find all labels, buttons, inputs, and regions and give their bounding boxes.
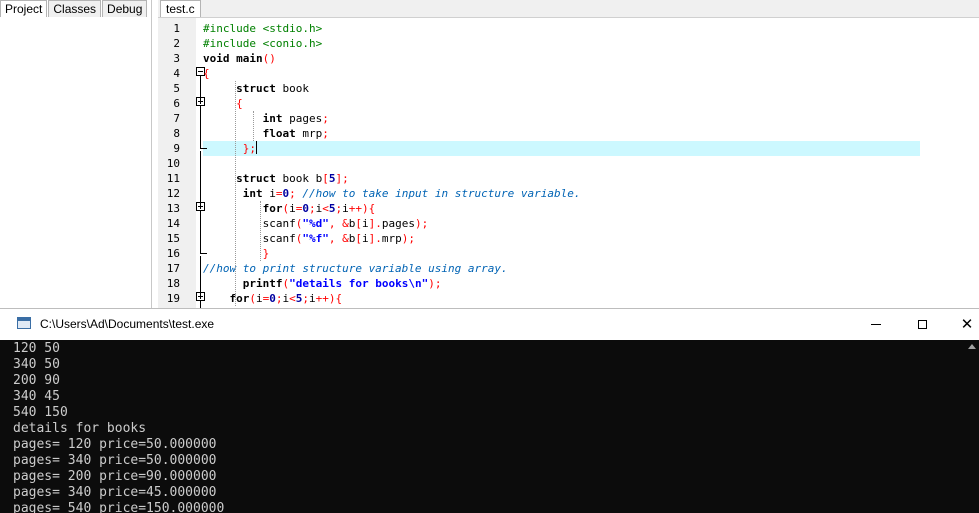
code-line[interactable]: 19 for(i=0;i<5;i++){ (158, 291, 979, 306)
fold-connector (200, 76, 201, 104)
line-number: 13 (166, 202, 180, 215)
scroll-up-icon[interactable] (968, 344, 976, 349)
console-output-line: pages= 200 price=90.000000 (13, 469, 217, 484)
panel-tabs: Project Classes Debug (0, 0, 148, 17)
line-number: 3 (173, 52, 180, 65)
code-line[interactable]: 1 #include <stdio.h> (158, 21, 979, 36)
line-number: 8 (173, 127, 180, 140)
code-line[interactable]: 18 printf("details for books\n"); (158, 276, 979, 291)
minimize-icon (871, 323, 881, 325)
line-number: 2 (173, 37, 180, 50)
close-button[interactable]: ✕ (944, 309, 979, 339)
console-output-line: 540 150 (13, 405, 68, 420)
console-title: C:\Users\Ad\Documents\test.exe (40, 317, 215, 331)
code-line[interactable]: 4{ (158, 66, 979, 81)
code-text: void main() (203, 52, 276, 65)
console-output-area[interactable]: 120 50 340 50 200 90 340 45 540 150 details f… (0, 340, 979, 513)
indent-guide (235, 81, 236, 306)
fold-connector (200, 256, 201, 299)
line-number: 11 (166, 172, 180, 185)
line-number: 17 (166, 262, 180, 275)
code-line[interactable]: 6 { (158, 96, 979, 111)
code-text: struct book (236, 82, 309, 95)
indent-guide (253, 111, 254, 141)
console-output-line: pages= 540 price=150.000000 (13, 501, 225, 513)
line-number: 16 (166, 247, 180, 260)
console-output-line: 200 90 (13, 373, 60, 388)
code-line[interactable]: 14 scanf("%d", &b[i].pages); (158, 216, 979, 231)
code-text: #include <stdio.h> (203, 22, 323, 35)
code-text: for(i=0;i<5;i++){ (229, 292, 343, 305)
current-line-highlight (203, 141, 920, 156)
console-output-line: details for books (13, 421, 147, 436)
console-output-line: pages= 120 price=50.000000 (13, 437, 217, 452)
code-line[interactable]: 17 //how to print structure variable usin… (158, 261, 979, 276)
console-output-line: 340 45 (13, 389, 60, 404)
console-output-line: 120 50 (13, 341, 60, 356)
line-number: 19 (166, 292, 180, 305)
fold-connector (200, 211, 201, 254)
line-number: 5 (173, 82, 180, 95)
console-titlebar[interactable]: C:\Users\Ad\Documents\test.exe ✕ (0, 309, 979, 339)
line-number: 7 (173, 112, 180, 125)
fold-connector (200, 106, 201, 149)
console-output-line: pages= 340 price=45.000000 (13, 485, 217, 500)
line-number: 12 (166, 187, 180, 200)
code-text: struct book b[5]; (236, 172, 349, 185)
file-tab-test-c[interactable]: test.c (160, 0, 201, 17)
code-line[interactable]: 9 }; (158, 141, 979, 156)
code-line[interactable]: 10 (158, 156, 979, 171)
console-output: 120 50 340 50 200 90 340 45 540 150 details f… (13, 341, 224, 513)
code-text: int i=0; //how to take input in structur… (242, 187, 581, 200)
code-text: int pages; (262, 112, 329, 125)
console-window[interactable]: C:\Users\Ad\Documents\test.exe ✕ 120 50 3… (0, 308, 979, 513)
code-line[interactable]: 5 struct book (158, 81, 979, 96)
code-line[interactable]: 11 struct book b[5]; (158, 171, 979, 186)
code-line[interactable]: 12 int i=0; //how to take input in struc… (158, 186, 979, 201)
console-output-line: pages= 340 price=50.000000 (13, 453, 217, 468)
code-line[interactable]: 16 } (158, 246, 979, 261)
tab-debug[interactable]: Debug (102, 0, 148, 17)
code-text: }; (242, 141, 257, 155)
maximize-icon (917, 319, 927, 329)
line-number: 10 (166, 157, 180, 170)
code-text: //how to print structure variable using … (203, 262, 508, 275)
code-text: for(i=0;i<5;i++){ (262, 202, 376, 215)
editor-tab-strip: test.c (158, 0, 979, 18)
code-line[interactable]: 7 int pages; (158, 111, 979, 126)
close-icon: ✕ (960, 315, 974, 333)
line-number: 18 (166, 277, 180, 290)
line-number: 6 (173, 97, 180, 110)
line-number: 9 (173, 142, 180, 155)
indent-guide (260, 201, 261, 261)
code-line[interactable]: 3 void main() (158, 51, 979, 66)
code-line[interactable]: 2 #include <conio.h> (158, 36, 979, 51)
line-number: 4 (173, 67, 180, 80)
line-number: 1 (173, 22, 180, 35)
code-line[interactable]: 8 float mrp; (158, 126, 979, 141)
tab-project[interactable]: Project (0, 0, 48, 17)
code-line[interactable]: 15 scanf("%f", &b[i].mrp); (158, 231, 979, 246)
fold-connector (200, 151, 201, 209)
code-line[interactable]: 13 for(i=0;i<5;i++){ (158, 201, 979, 216)
minimize-button[interactable] (853, 309, 899, 339)
code-text: scanf("%d", &b[i].pages); (203, 217, 429, 230)
code-text: { (203, 67, 210, 80)
code-text: { (236, 97, 243, 110)
console-app-icon (17, 317, 31, 329)
console-output-line: 340 50 (13, 357, 60, 372)
code-text: printf("details for books\n"); (242, 277, 442, 290)
fold-connector (200, 301, 201, 308)
line-number: 14 (166, 217, 180, 230)
code-text: #include <conio.h> (203, 37, 323, 50)
code-text: float mrp; (262, 127, 329, 140)
tab-classes[interactable]: Classes (48, 0, 102, 17)
code-editor[interactable]: 1 #include <stdio.h> 2 #include <conio.h> 3 v… (158, 18, 979, 308)
maximize-button[interactable] (899, 309, 945, 339)
line-number: 15 (166, 232, 180, 245)
